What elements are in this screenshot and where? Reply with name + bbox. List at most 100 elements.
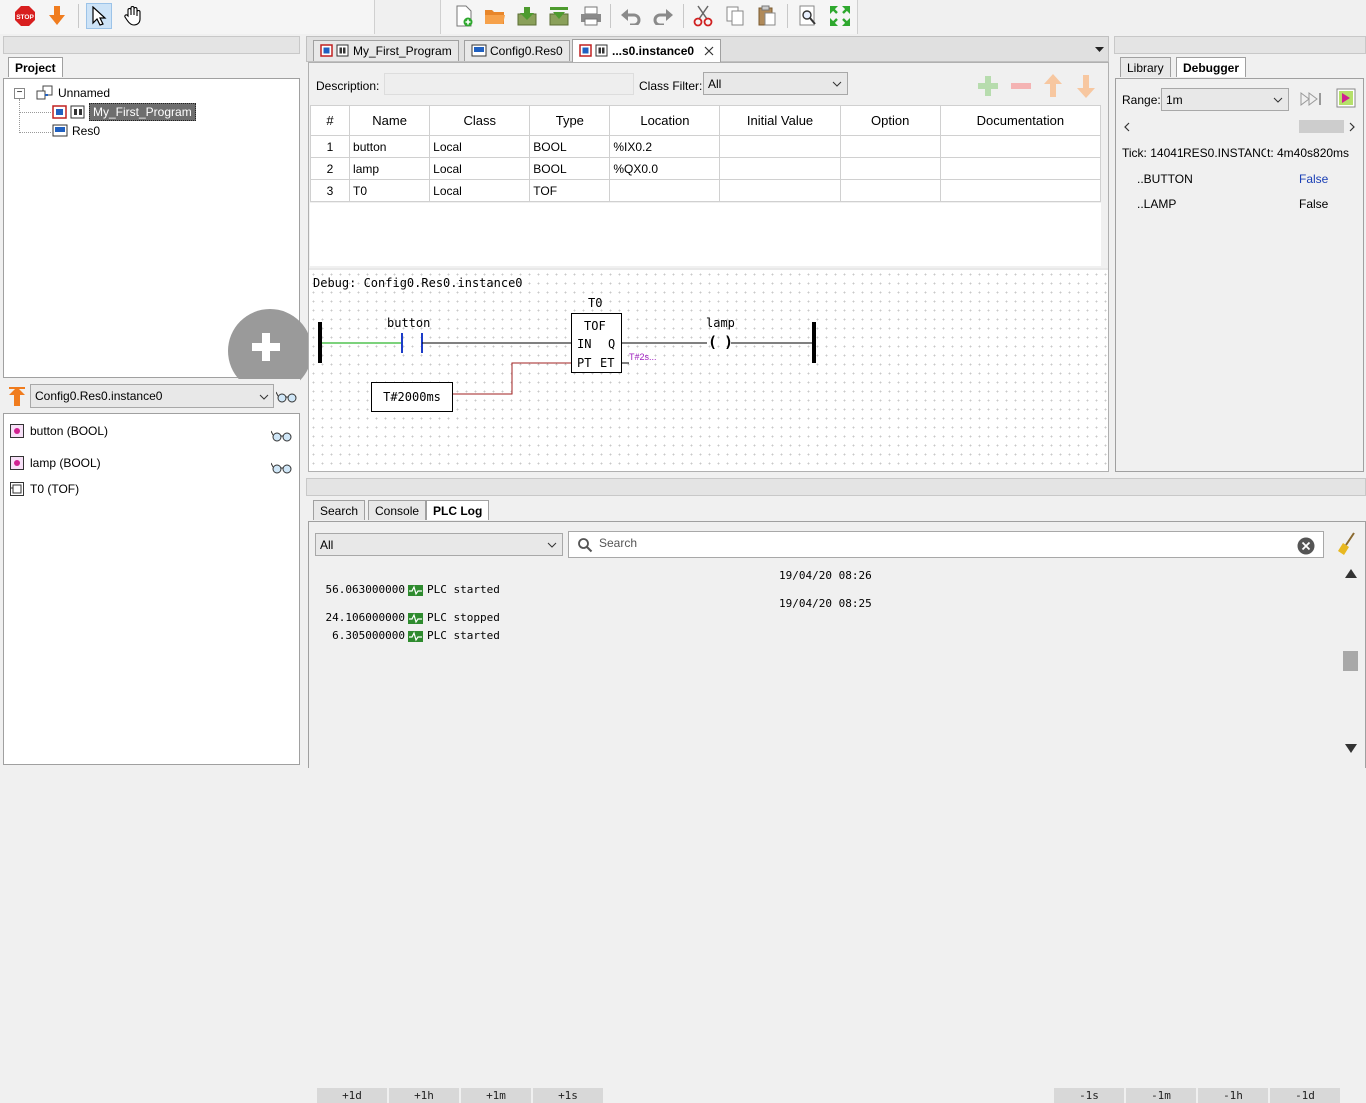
table-cell[interactable]: button xyxy=(349,135,431,158)
table-cell[interactable] xyxy=(939,135,1102,158)
tab-console[interactable]: Console xyxy=(368,500,427,520)
table-row[interactable]: 3 T0 Local TOF xyxy=(309,179,1102,202)
table-cell[interactable]: Local xyxy=(429,135,531,158)
range-dropdown[interactable]: 1m xyxy=(1161,88,1289,111)
undo-icon[interactable] xyxy=(618,3,644,29)
debug-var-value[interactable]: False xyxy=(1299,172,1328,186)
log-nav-button[interactable]: -1h xyxy=(1198,1088,1268,1103)
table-cell[interactable]: lamp xyxy=(349,157,431,180)
variable-item[interactable]: button (BOOL) xyxy=(10,424,108,438)
redo-icon[interactable] xyxy=(650,3,676,29)
stop-icon[interactable]: STOP xyxy=(12,3,38,29)
tree-item-program[interactable]: My_First_Program xyxy=(52,103,196,121)
table-cell[interactable] xyxy=(719,135,841,158)
scroll-left-icon[interactable] xyxy=(1123,122,1131,132)
pointer-icon[interactable] xyxy=(86,3,112,29)
scroll-right-icon[interactable] xyxy=(1348,122,1356,132)
fullscreen-icon[interactable] xyxy=(827,3,853,29)
table-cell[interactable] xyxy=(839,157,941,180)
download-arrow-icon[interactable] xyxy=(44,3,70,29)
save-icon[interactable] xyxy=(514,3,540,29)
add-variable-icon[interactable] xyxy=(977,75,999,97)
scroll-up-icon[interactable] xyxy=(1344,567,1358,579)
hand-icon[interactable] xyxy=(120,3,146,29)
scroll-down-icon[interactable] xyxy=(1344,743,1358,755)
tab-menu-icon[interactable] xyxy=(1095,47,1104,53)
scroll-thumb[interactable] xyxy=(1299,120,1344,133)
log-nav-button[interactable]: +1d xyxy=(317,1088,387,1103)
tab-config0-res0[interactable]: Config0.Res0 xyxy=(464,40,570,61)
class-filter-dropdown[interactable]: All xyxy=(703,72,848,95)
log-entry[interactable]: 56.063000000 PLC started xyxy=(317,583,647,596)
collapse-toggle[interactable]: − xyxy=(14,88,25,99)
table-cell[interactable] xyxy=(719,157,841,180)
skip-forward-icon[interactable] xyxy=(1300,92,1324,106)
table-cell[interactable]: BOOL xyxy=(529,157,611,180)
table-cell[interactable] xyxy=(939,179,1102,202)
remove-variable-icon[interactable] xyxy=(1010,75,1032,97)
tree-root[interactable]: Unnamed xyxy=(36,85,110,101)
copy-icon[interactable] xyxy=(722,3,748,29)
tab-library[interactable]: Library xyxy=(1120,57,1171,77)
log-nav-button[interactable]: -1m xyxy=(1126,1088,1196,1103)
column-header[interactable]: Documentation xyxy=(939,105,1102,136)
cut-icon[interactable] xyxy=(690,3,716,29)
table-cell[interactable]: TOF xyxy=(529,179,611,202)
tab-my-first-program[interactable]: My_First_Program xyxy=(313,40,459,61)
table-row[interactable]: 2 lamp Local BOOL %QX0.0 xyxy=(309,157,1102,180)
tab-instance0[interactable]: ...s0.instance0 xyxy=(572,39,722,62)
scroll-thumb[interactable] xyxy=(1343,651,1358,671)
glasses-icon[interactable] xyxy=(276,391,298,403)
broom-icon[interactable] xyxy=(1337,532,1357,556)
debug-var-name[interactable]: ..LAMP xyxy=(1137,197,1176,211)
instance-dropdown[interactable]: Config0.Res0.instance0 xyxy=(30,384,274,408)
horizontal-scrollbar[interactable] xyxy=(1119,119,1362,135)
move-down-icon[interactable] xyxy=(1077,74,1095,98)
new-file-icon[interactable] xyxy=(451,3,477,29)
table-cell[interactable] xyxy=(839,179,941,202)
table-cell[interactable]: %IX0.2 xyxy=(609,135,721,158)
tof-block[interactable]: TOF IN Q PT ET xyxy=(571,313,622,373)
tab-project[interactable]: Project xyxy=(8,57,63,77)
log-nav-button[interactable]: +1m xyxy=(461,1088,531,1103)
table-cell[interactable] xyxy=(719,179,841,202)
table-cell[interactable]: BOOL xyxy=(529,135,611,158)
log-nav-button[interactable]: +1s xyxy=(533,1088,603,1103)
column-header[interactable]: Option xyxy=(839,105,941,136)
ladder-diagram[interactable]: Debug: Config0.Res0.instance0 button T0 … xyxy=(309,268,1108,471)
table-cell[interactable] xyxy=(939,157,1102,180)
clear-search-icon[interactable] xyxy=(1297,537,1315,555)
search-input[interactable]: Search xyxy=(568,531,1324,558)
log-nav-button[interactable]: -1d xyxy=(1270,1088,1340,1103)
description-input[interactable] xyxy=(384,73,634,95)
glasses-icon[interactable] xyxy=(271,462,293,474)
variable-item[interactable]: T0 (TOF) xyxy=(10,482,79,496)
save-as-icon[interactable] xyxy=(546,3,572,29)
table-cell[interactable]: Local xyxy=(429,157,531,180)
column-header[interactable]: Location xyxy=(609,105,721,136)
export-graph-icon[interactable] xyxy=(1336,88,1356,108)
table-cell[interactable] xyxy=(609,179,721,202)
log-nav-button[interactable]: +1h xyxy=(389,1088,459,1103)
table-cell[interactable]: Local xyxy=(429,179,531,202)
print-icon[interactable] xyxy=(578,3,604,29)
variable-item[interactable]: lamp (BOOL) xyxy=(10,456,101,470)
column-header[interactable]: Name xyxy=(349,105,431,136)
tree-item-resource[interactable]: Res0 xyxy=(52,124,100,138)
tab-debugger[interactable]: Debugger xyxy=(1176,57,1247,77)
find-icon[interactable] xyxy=(795,3,821,29)
log-entry[interactable]: 24.106000000 PLC stopped xyxy=(317,611,647,624)
log-nav-button[interactable]: -1s xyxy=(1054,1088,1124,1103)
move-up-icon[interactable] xyxy=(1044,74,1062,98)
table-cell[interactable]: %QX0.0 xyxy=(609,157,721,180)
column-header[interactable]: Type xyxy=(529,105,611,136)
column-header[interactable]: # xyxy=(309,105,351,136)
coil-symbol[interactable]: ( ) xyxy=(708,333,733,351)
constant-block[interactable]: T#2000ms xyxy=(371,382,453,412)
close-icon[interactable] xyxy=(704,46,714,56)
log-filter-dropdown[interactable]: All xyxy=(315,533,563,556)
tab-search[interactable]: Search xyxy=(313,500,366,520)
table-cell[interactable] xyxy=(839,135,941,158)
table-cell[interactable]: T0 xyxy=(349,179,431,202)
up-arrow-icon[interactable] xyxy=(8,386,26,408)
